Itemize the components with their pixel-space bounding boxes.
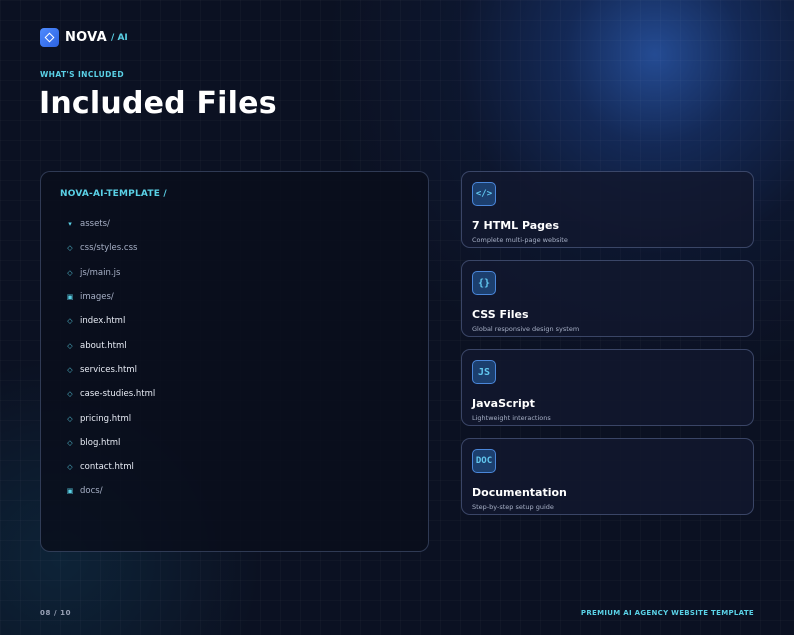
file-icon: ◇	[67, 365, 73, 374]
section-eyebrow: WHAT'S INCLUDED	[40, 70, 124, 79]
file-tree-root: NOVA-AI-TEMPLATE /	[60, 189, 167, 199]
file-tree-item[interactable]: ◇ contact.html	[60, 455, 155, 479]
page-title: Included Files	[39, 86, 277, 121]
doc-icon: DOC	[472, 449, 496, 473]
file-tree-panel: NOVA-AI-TEMPLATE / ▾ assets/ ◇ css/styles.c…	[40, 171, 429, 552]
brand-logo[interactable]: NOVA / AI	[40, 28, 128, 47]
file-tree-item[interactable]: ◇ services.html	[60, 358, 155, 382]
feature-card-description: Global responsive design system	[472, 325, 580, 333]
braces-icon: {}	[472, 271, 496, 295]
file-tree-item-label: css/styles.css	[80, 243, 138, 254]
file-tree-item[interactable]: ◇ index.html	[60, 309, 155, 333]
file-tree-item-label: index.html	[80, 316, 126, 327]
feature-card-title: CSS Files	[472, 308, 529, 321]
file-icon: ◇	[67, 341, 73, 350]
file-icon: ◇	[67, 438, 73, 447]
file-icon: ◇	[67, 390, 73, 399]
file-tree-item[interactable]: ▣ docs/	[60, 479, 155, 503]
folder-icon: ▣	[66, 487, 74, 496]
feature-card[interactable]: DOC Documentation Step-by-step setup guide	[461, 438, 754, 515]
file-tree-list: ▾ assets/ ◇ css/styles.css ◇ js/main.js ▣ image…	[60, 212, 156, 504]
file-tree-item[interactable]: ◇ about.html	[60, 333, 155, 357]
js-icon: JS	[472, 360, 496, 384]
file-tree-item-label: assets/	[80, 219, 110, 230]
file-icon: ◇	[67, 414, 73, 423]
file-icon: ◇	[67, 244, 73, 253]
file-tree-item-label: blog.html	[80, 437, 121, 448]
file-tree-item-label: js/main.js	[80, 267, 121, 278]
file-tree-item-label: contact.html	[80, 462, 134, 473]
feature-card-title: 7 HTML Pages	[472, 219, 560, 232]
code-icon: </>	[472, 182, 496, 206]
feature-card-title: JavaScript	[472, 397, 535, 410]
file-icon: ◇	[67, 463, 73, 472]
diamond-icon	[40, 28, 59, 47]
folder-icon: ▣	[66, 293, 74, 302]
file-tree-item-label: about.html	[80, 340, 127, 351]
file-tree-item-label: images/	[80, 292, 114, 303]
feature-card[interactable]: {} CSS Files Global responsive design syst…	[461, 260, 754, 337]
file-icon: ◇	[67, 317, 73, 326]
page-number: 08 / 10	[40, 609, 72, 617]
brand-suffix: / AI	[111, 32, 128, 43]
feature-card-title: Documentation	[472, 486, 567, 499]
footer-tagline: PREMIUM AI AGENCY WEBSITE TEMPLATE	[580, 609, 754, 617]
file-tree-item[interactable]: ▣ images/	[60, 285, 155, 309]
file-tree-item-label: services.html	[80, 364, 137, 375]
file-tree-item-label: docs/	[80, 486, 103, 497]
file-tree-item-label: case-studies.html	[80, 389, 156, 400]
file-tree-item[interactable]: ◇ case-studies.html	[60, 382, 155, 406]
feature-card[interactable]: </> 7 HTML Pages Complete multi-page websi…	[461, 171, 754, 248]
file-tree-item[interactable]: ▾ assets/	[60, 212, 155, 236]
feature-card-description: Complete multi-page website	[472, 236, 568, 244]
file-tree-item[interactable]: ◇ css/styles.css	[60, 236, 155, 260]
caret-down-icon: ▾	[68, 220, 72, 229]
file-tree-item[interactable]: ◇ pricing.html	[60, 406, 155, 430]
file-icon: ◇	[67, 268, 73, 277]
file-tree-item-label: pricing.html	[80, 413, 132, 424]
feature-card-description: Lightweight interactions	[472, 414, 551, 422]
feature-card[interactable]: JS JavaScript Lightweight interactions	[461, 349, 754, 426]
file-tree-item[interactable]: ◇ js/main.js	[60, 261, 155, 285]
file-tree-item[interactable]: ◇ blog.html	[60, 431, 155, 455]
feature-card-description: Step-by-step setup guide	[472, 503, 554, 511]
brand-name: NOVA	[65, 30, 108, 45]
